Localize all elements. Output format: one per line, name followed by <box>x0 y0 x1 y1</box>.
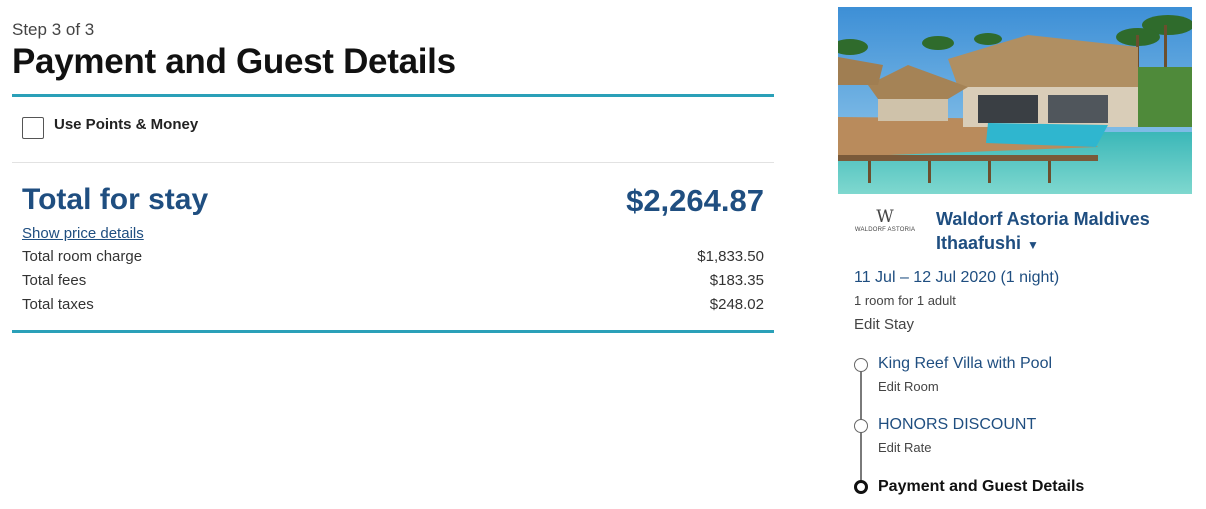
accent-divider-bottom <box>12 330 774 333</box>
step-node-room <box>854 358 868 372</box>
guest-summary: 1 room for 1 adult <box>854 293 956 308</box>
total-for-stay-amount: $2,264.87 <box>626 183 764 218</box>
edit-room-link[interactable]: Edit Room <box>878 379 939 394</box>
total-for-stay-label: Total for stay <box>22 183 209 216</box>
step-indicator: Step 3 of 3 <box>12 20 95 39</box>
show-price-details-link[interactable]: Show price details <box>22 225 144 242</box>
caret-down-icon[interactable]: ▼ <box>1027 238 1039 252</box>
fees-label: Total fees <box>22 272 87 289</box>
edit-stay-link[interactable]: Edit Stay <box>854 316 914 333</box>
accent-divider-top <box>12 94 774 97</box>
stay-dates: 11 Jul – 12 Jul 2020 (1 night) <box>854 269 1060 286</box>
room-type: King Reef Villa with Pool <box>878 355 1053 372</box>
taxes-value: $248.02 <box>709 296 764 313</box>
divider <box>12 162 774 163</box>
step-node-rate <box>854 419 868 433</box>
rate-name: HONORS DISCOUNT <box>878 416 1037 433</box>
use-points-checkbox[interactable] <box>22 117 44 139</box>
hotel-name[interactable]: Waldorf Astoria Maldives Ithaafushi <box>936 209 1150 253</box>
edit-rate-link[interactable]: Edit Rate <box>878 440 931 455</box>
hotel-name-dropdown[interactable]: Waldorf Astoria Maldives Ithaafushi ▼ <box>936 207 1186 257</box>
room-charge-value: $1,833.50 <box>697 248 764 265</box>
waldorf-astoria-logo: W WALDORF ASTORIA <box>854 207 916 233</box>
current-step-label: Payment and Guest Details <box>878 478 1085 495</box>
hotel-photo <box>838 7 1192 194</box>
room-charge-label: Total room charge <box>22 248 143 265</box>
page-title: Payment and Guest Details <box>12 42 456 81</box>
fees-value: $183.35 <box>709 272 764 289</box>
step-node-current <box>854 480 868 494</box>
use-points-label[interactable]: Use Points & Money <box>54 116 198 133</box>
taxes-label: Total taxes <box>22 296 94 313</box>
